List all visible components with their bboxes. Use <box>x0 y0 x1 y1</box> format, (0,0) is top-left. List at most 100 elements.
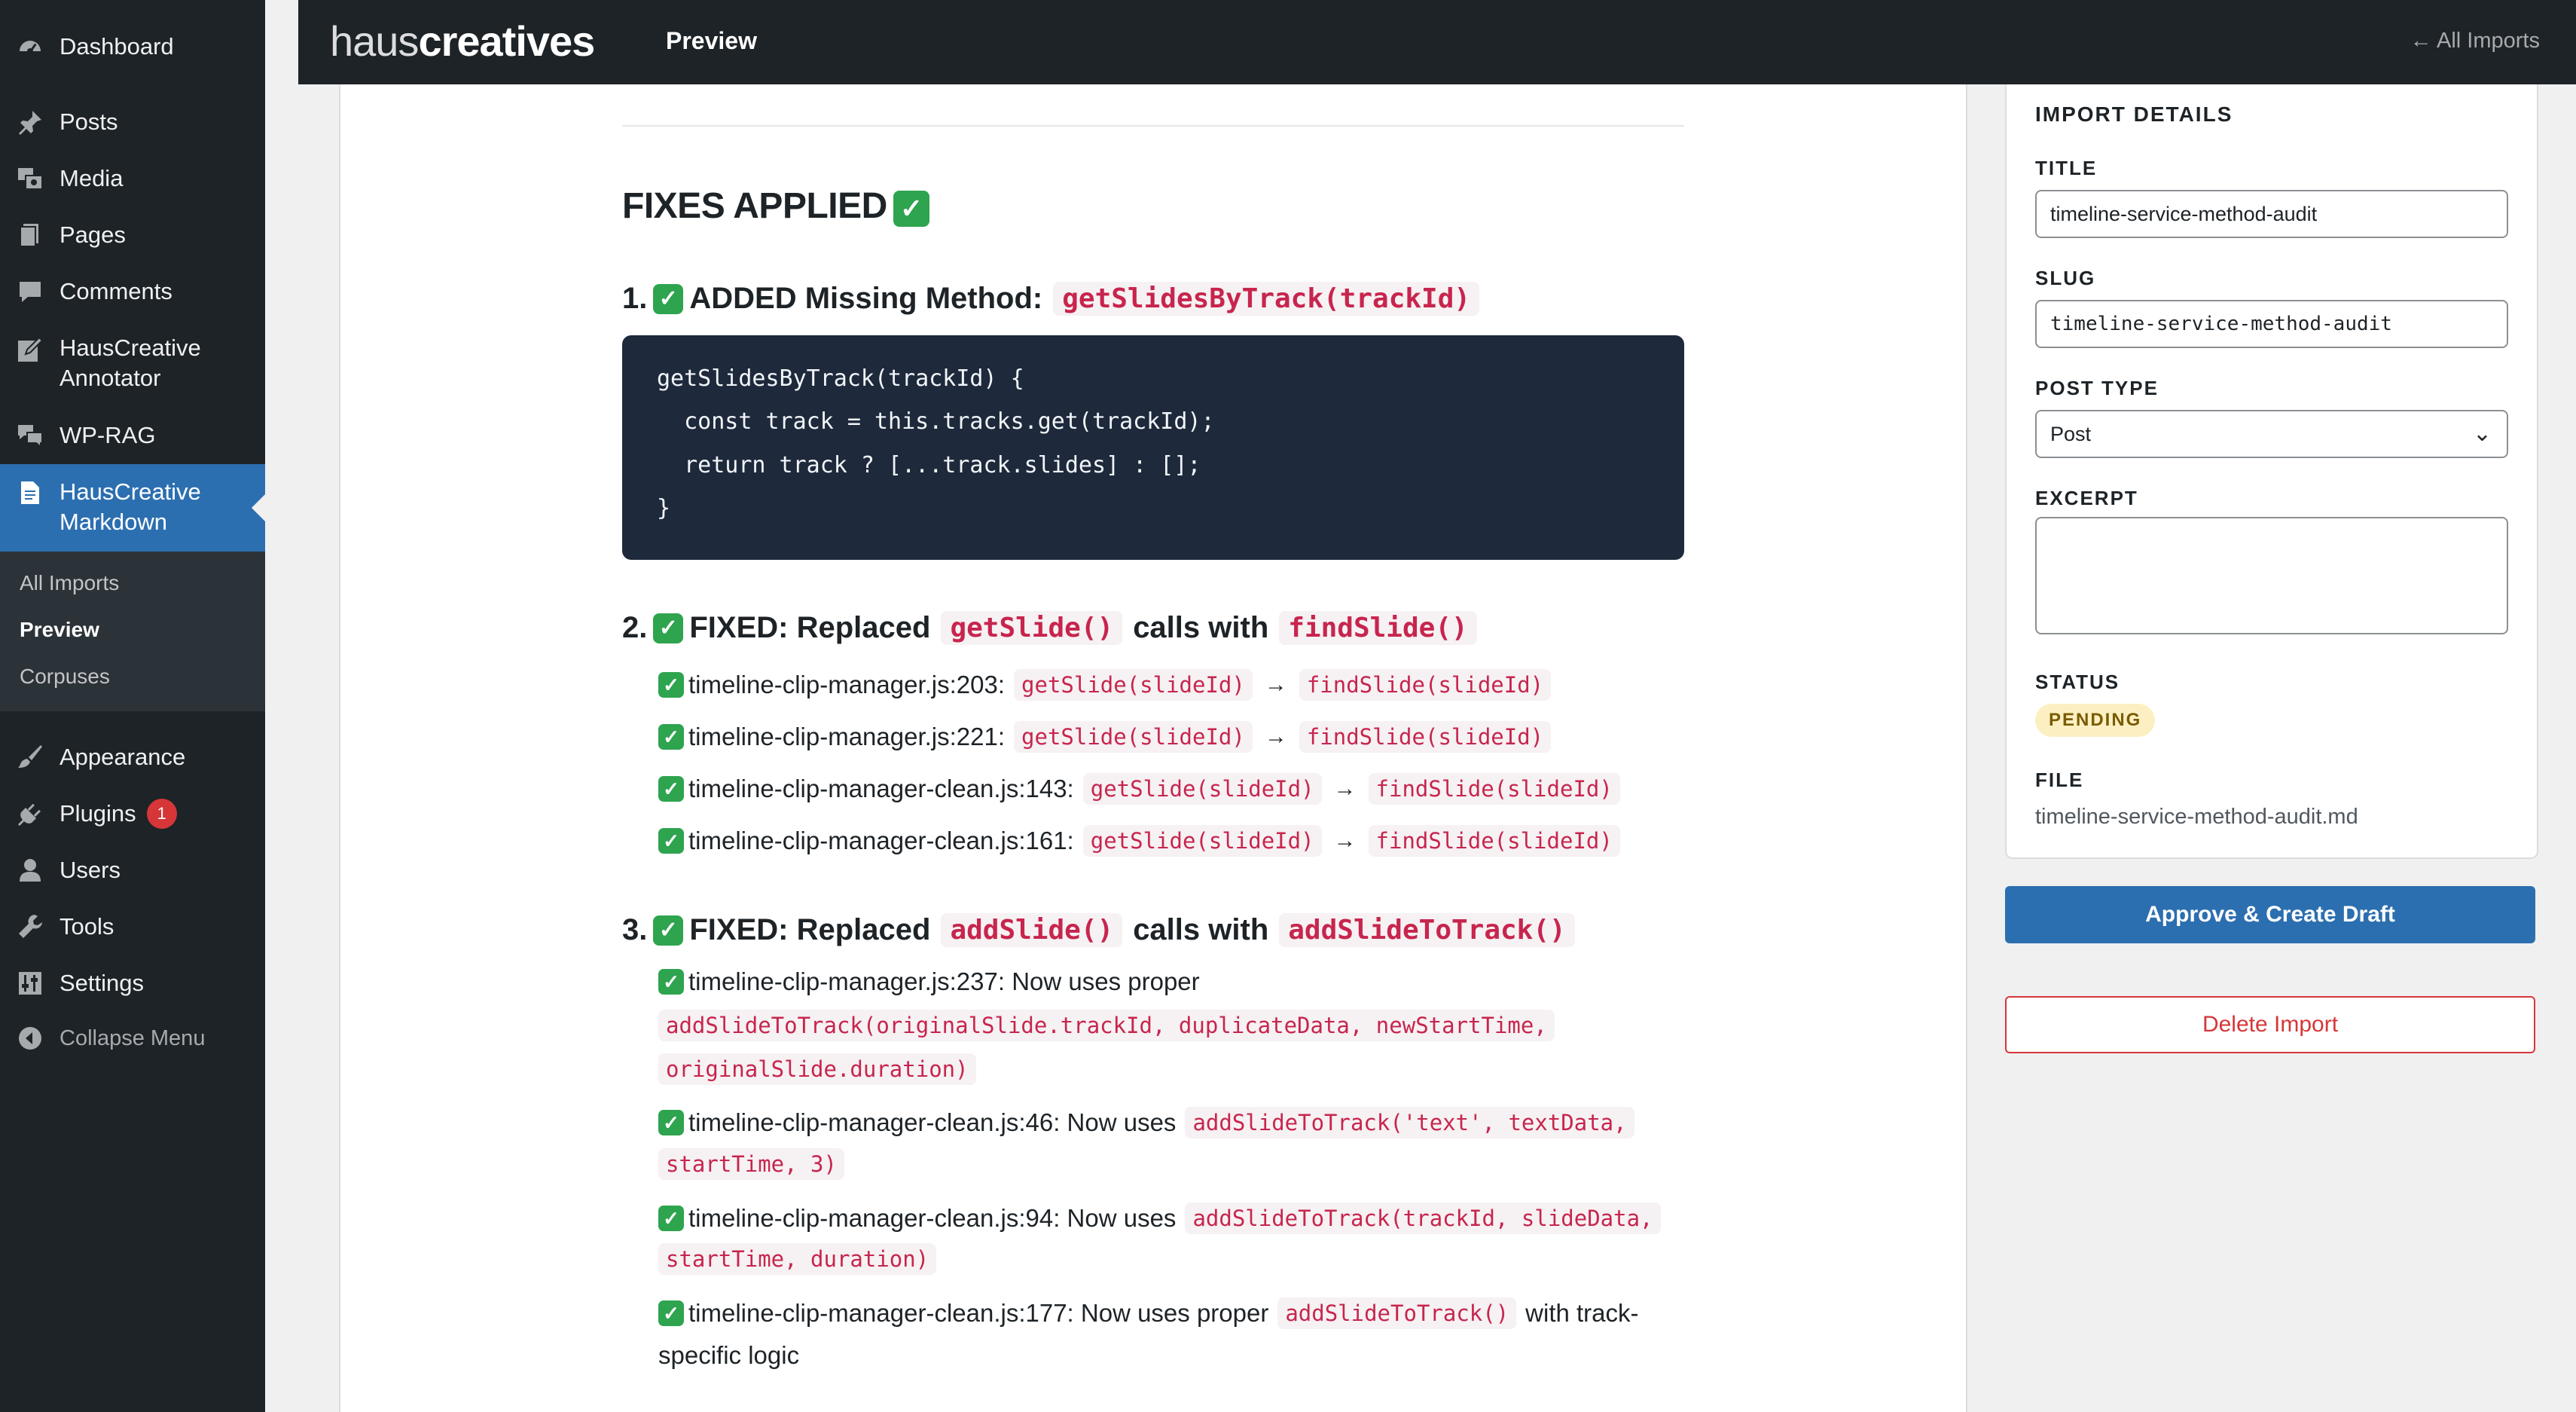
sidebar-item-comments[interactable]: Comments <box>0 277 265 307</box>
arrow-right-icon: → <box>1264 672 1287 697</box>
list-item: ✓ timeline-clip-manager-clean.js:177: No… <box>658 1297 1639 1329</box>
status-badge: PENDING <box>2035 704 2156 737</box>
list-item-continuation: addSlideToTrack(originalSlide.trackId, d… <box>658 1010 1555 1041</box>
chevron-down-icon: ⌄ <box>2472 421 2492 446</box>
list-item-continuation: specific logic <box>658 1341 800 1369</box>
user-icon <box>15 855 45 885</box>
file-name: timeline-service-method-audit.md <box>2035 805 2358 829</box>
title-label: TITLE <box>2035 157 2098 179</box>
import-details-panel: IMPORT DETAILS TITLE timeline-service-me… <box>2005 84 2538 859</box>
check-mark-icon: ✓ <box>653 915 684 946</box>
sidebar-item-hauscreative-annotator[interactable]: HausCreative Annotator <box>0 333 265 395</box>
code-line: getSlidesByTrack(trackId) { <box>657 365 1024 392</box>
list-item: ✓ timeline-clip-manager-clean.js:46: Now… <box>658 1107 1644 1138</box>
list-item-continuation: startTime, 3) <box>658 1148 844 1180</box>
list-item: ✓ timeline-clip-manager-clean.js:143: ge… <box>658 773 1629 805</box>
status-label: STATUS <box>2035 671 2120 693</box>
sidebar-item-users[interactable]: Users <box>0 855 265 885</box>
page-title: Preview <box>666 27 757 54</box>
sidebar-item-pages[interactable]: Pages <box>0 220 265 250</box>
check-mark-icon: ✓ <box>658 724 684 750</box>
sidebar-item-hauscreative-markdown[interactable]: HausCreative Markdown <box>0 464 265 552</box>
fix-2-heading: 2. ✓ FIXED: Replaced getSlide() calls wi… <box>622 611 1488 645</box>
markdown-preview-panel: FIXES APPLIED ✓ 1. ✓ ADDED Missing Method… <box>339 84 1967 1412</box>
check-mark-icon: ✓ <box>658 672 684 698</box>
settings-icon <box>15 968 45 998</box>
check-mark-icon: ✓ <box>893 191 929 227</box>
list-item: ✓ timeline-clip-manager.js:203: getSlide… <box>658 669 1560 701</box>
inline-code: addSlide() <box>941 913 1123 947</box>
brush-icon <box>15 742 45 772</box>
pages-icon <box>15 220 45 250</box>
slug-label: SLUG <box>2035 267 2096 289</box>
list-item-continuation: originalSlide.duration) <box>658 1053 976 1085</box>
approve-create-draft-button[interactable]: Approve & Create Draft <box>2005 886 2535 943</box>
check-mark-icon: ✓ <box>658 1206 684 1231</box>
sidebar-item-settings[interactable]: Settings <box>0 968 265 998</box>
code-block: getSlidesByTrack(trackId) { const track … <box>622 335 1684 560</box>
list-item: ✓ timeline-clip-manager.js:221: getSlide… <box>658 721 1560 753</box>
check-mark-icon: ✓ <box>658 1300 684 1326</box>
section-heading: FIXES APPLIED ✓ <box>622 185 935 227</box>
arrow-right-icon: → <box>1333 776 1357 801</box>
fix-3-heading: 3. ✓ FIXED: Replaced addSlide() calls wi… <box>622 913 1586 947</box>
import-details-heading: IMPORT DETAILS <box>2035 102 2233 126</box>
inline-code: getSlide() <box>941 611 1123 645</box>
sidebar-item-plugins[interactable]: Plugins 1 <box>0 799 265 829</box>
check-mark-icon: ✓ <box>658 776 684 802</box>
sidebar-item-appearance[interactable]: Appearance <box>0 742 265 772</box>
comment-icon <box>15 277 45 307</box>
arrow-right-icon: → <box>1264 724 1287 749</box>
list-item: ✓ timeline-clip-manager-clean.js:161: ge… <box>658 825 1629 857</box>
slug-input[interactable]: timeline-service-method-audit <box>2035 300 2508 348</box>
submenu-all-imports[interactable]: All Imports <box>20 571 119 595</box>
submenu-preview[interactable]: Preview <box>20 618 99 642</box>
sidebar-item-tools[interactable]: Tools <box>0 912 265 942</box>
sidebar-item-wp-rag[interactable]: WP-RAG <box>0 420 265 451</box>
check-mark-icon: ✓ <box>658 1110 684 1135</box>
post-type-label: POST TYPE <box>2035 377 2159 399</box>
sidebar-submenu: All Imports Preview Corpuses <box>0 552 265 711</box>
pin-icon <box>15 107 45 137</box>
document-icon <box>15 478 45 508</box>
collapse-menu-button[interactable]: Collapse Menu <box>0 1023 265 1053</box>
chat-icon <box>15 420 45 451</box>
sidebar-item-posts[interactable]: Posts <box>0 107 265 137</box>
check-mark-icon: ✓ <box>653 283 684 314</box>
inline-code: addSlideToTrack() <box>1279 913 1575 947</box>
top-bar: hauscreatives Preview ← All Imports <box>298 0 2576 84</box>
edit-icon <box>15 335 45 365</box>
excerpt-label: EXCERPT <box>2035 487 2138 509</box>
title-input[interactable]: timeline-service-method-audit <box>2035 190 2508 238</box>
dashboard-icon <box>15 32 45 62</box>
submenu-corpuses[interactable]: Corpuses <box>20 665 110 689</box>
fix-1-heading: 1. ✓ ADDED Missing Method: getSlidesByTr… <box>622 282 1490 316</box>
code-line: const track = this.tracks.get(trackId); <box>657 408 1215 435</box>
wrench-icon <box>15 912 45 942</box>
plugins-update-badge: 1 <box>146 799 177 829</box>
sidebar-item-media[interactable]: Media <box>0 164 265 194</box>
haus-creatives-logo: hauscreatives <box>330 17 595 65</box>
back-to-all-imports-link[interactable]: ← All Imports <box>2410 29 2540 53</box>
admin-sidebar: Dashboard Posts Media Pages Comments Hau… <box>0 0 265 1412</box>
code-line: return track ? [...track.slides] : []; <box>657 452 1201 478</box>
arrow-right-icon: → <box>1333 828 1357 853</box>
inline-code: findSlide() <box>1279 611 1477 645</box>
collapse-icon <box>15 1023 45 1053</box>
check-mark-icon: ✓ <box>658 969 684 995</box>
list-item: ✓ timeline-clip-manager.js:237: Now uses… <box>658 967 1200 996</box>
code-line: } <box>657 495 671 521</box>
file-label: FILE <box>2035 769 2084 791</box>
excerpt-textarea[interactable] <box>2035 517 2508 634</box>
check-mark-icon: ✓ <box>653 613 684 643</box>
plugin-icon <box>15 799 45 829</box>
sidebar-item-dashboard[interactable]: Dashboard <box>0 32 265 62</box>
divider <box>622 125 1684 127</box>
list-item: ✓ timeline-clip-manager-clean.js:94: Now… <box>658 1203 1670 1234</box>
delete-import-button[interactable]: Delete Import <box>2005 996 2535 1053</box>
list-item-continuation: startTime, duration) <box>658 1243 937 1275</box>
media-icon <box>15 164 45 194</box>
post-type-select[interactable]: Post ⌄ <box>2035 410 2508 458</box>
inline-code: getSlidesByTrack(trackId) <box>1053 282 1480 316</box>
check-mark-icon: ✓ <box>658 828 684 854</box>
